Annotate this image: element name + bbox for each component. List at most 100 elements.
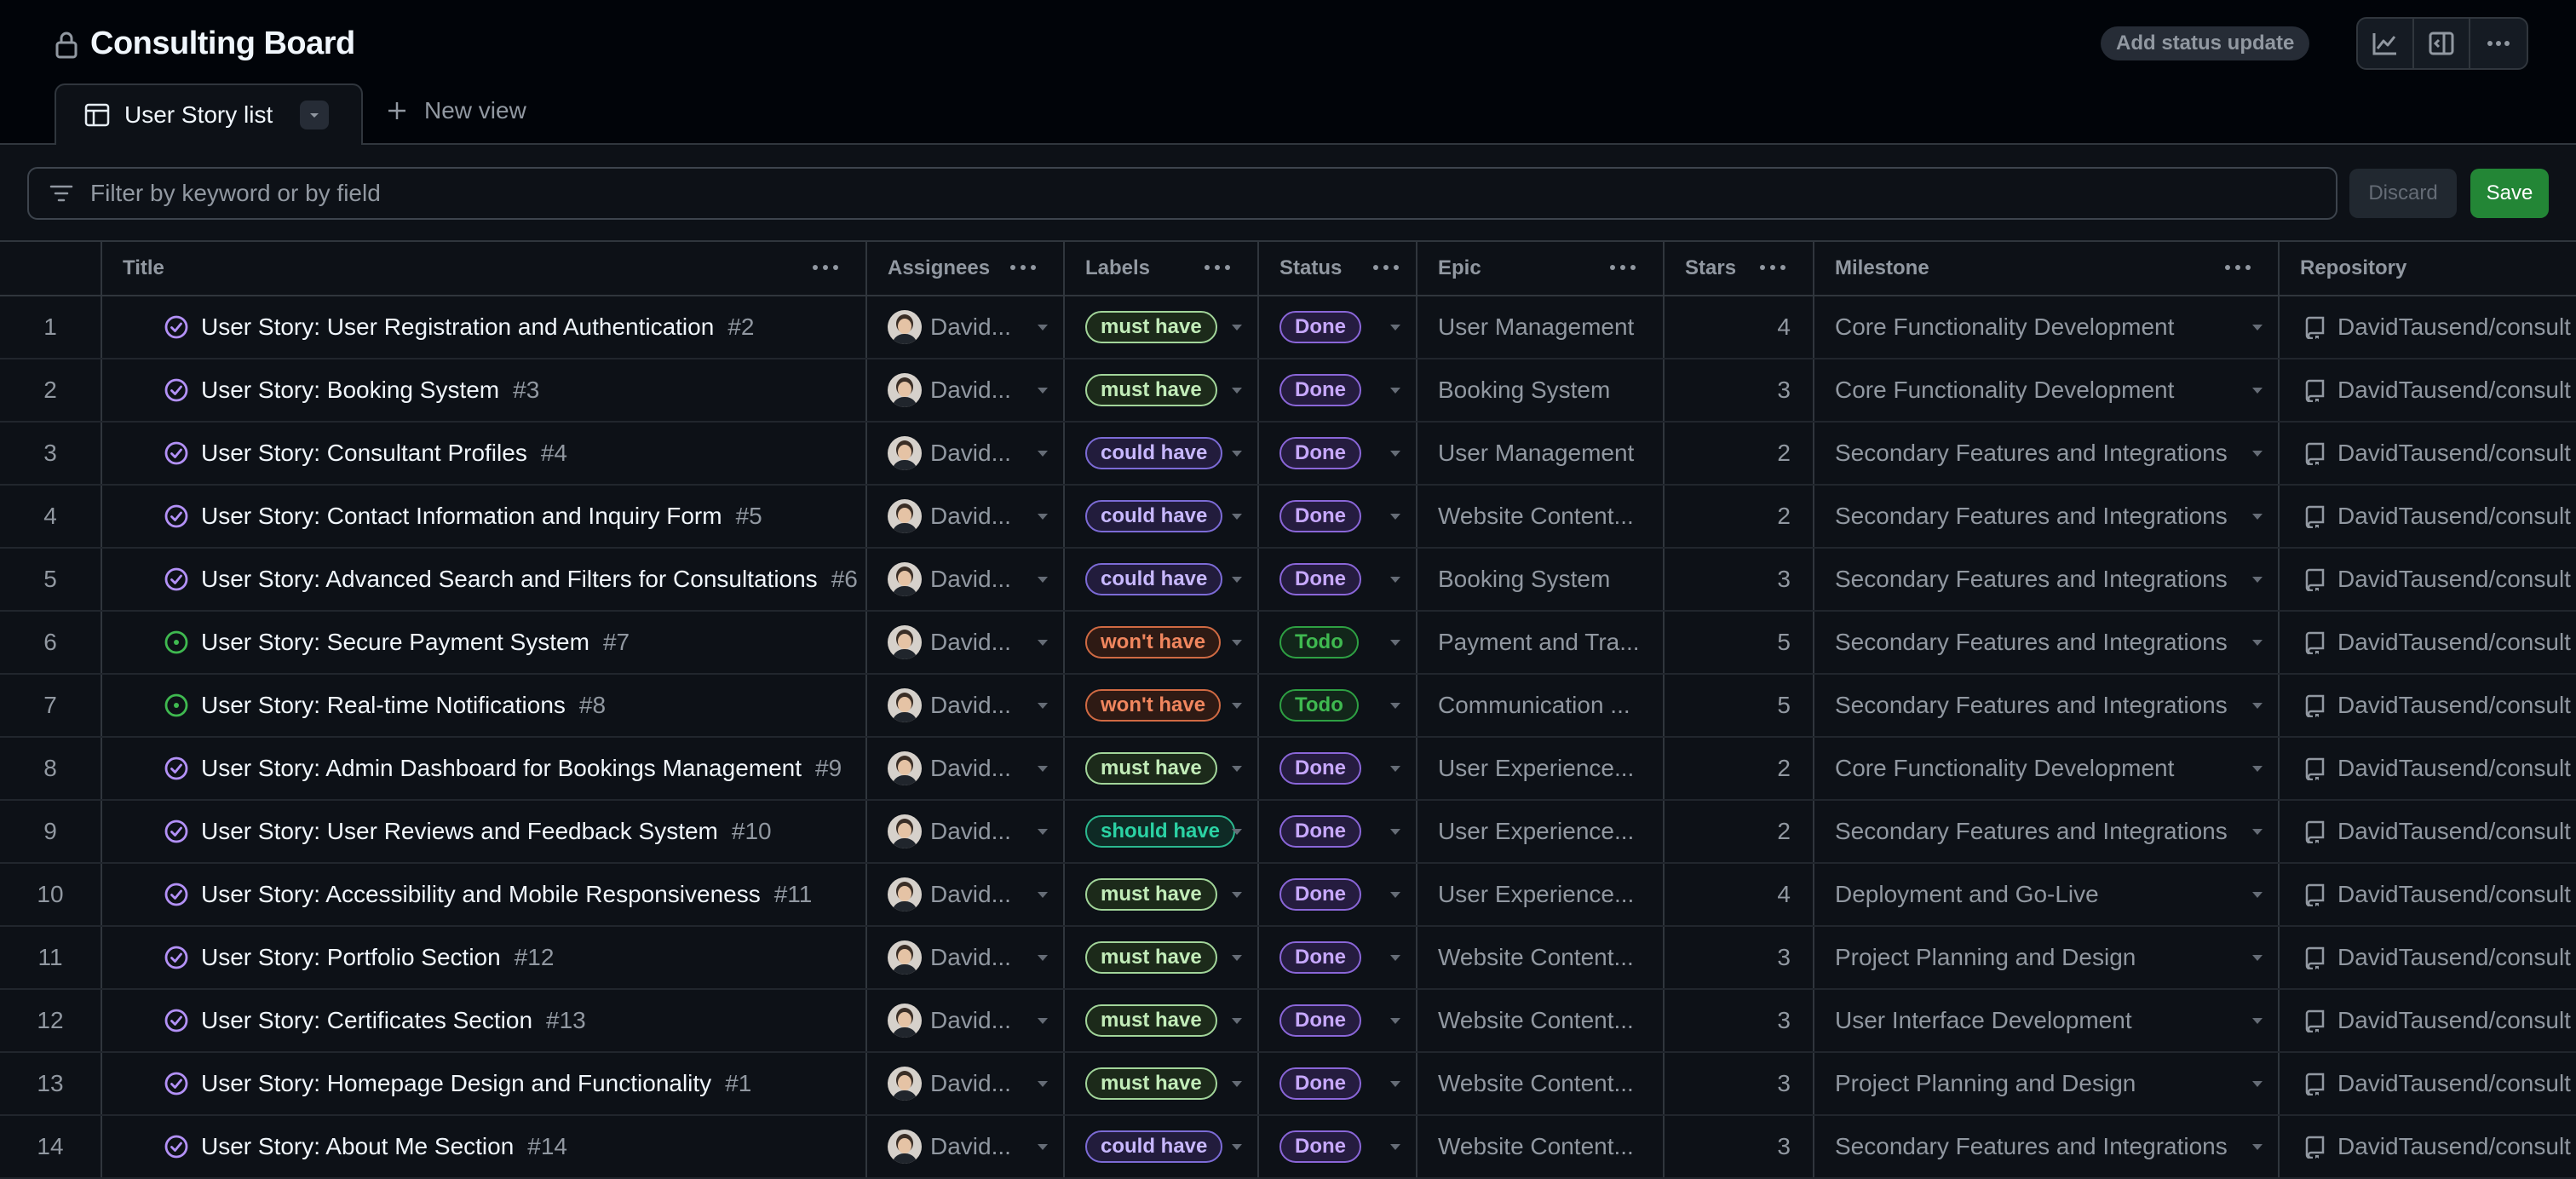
filter-field[interactable] (27, 167, 2337, 220)
chevron-down-icon[interactable] (1232, 577, 1242, 583)
chevron-down-icon[interactable] (1038, 955, 1048, 961)
chevron-down-icon[interactable] (1232, 829, 1242, 835)
chevron-down-icon[interactable] (1390, 1144, 1400, 1150)
table-row[interactable]: 2 User Story: Booking System #3 David... mus… (0, 359, 2576, 423)
issue-title-link[interactable]: User Story: Secure Payment System (201, 629, 589, 656)
chevron-down-icon[interactable] (1232, 766, 1242, 772)
repository-cell[interactable]: DavidTausend/consult (2280, 486, 2576, 547)
issue-title-link[interactable]: User Story: Advanced Search and Filters … (201, 566, 818, 593)
labels-cell[interactable]: must have (1065, 296, 1259, 358)
repository-cell[interactable]: DavidTausend/consult (2280, 612, 2576, 673)
chevron-down-icon[interactable] (1232, 703, 1242, 709)
status-cell[interactable]: Done (1259, 864, 1417, 925)
milestone-cell[interactable]: Secondary Features and Integrations (1814, 801, 2280, 862)
repository-cell[interactable]: DavidTausend/consult (2280, 738, 2576, 799)
column-menu-icon[interactable] (1009, 257, 1038, 278)
labels-cell[interactable]: should have (1065, 801, 1259, 862)
repository-link[interactable]: DavidTausend/consult (2337, 1007, 2571, 1034)
milestone-cell[interactable]: Core Functionality Development (1814, 359, 2280, 421)
chevron-down-icon[interactable] (1232, 1144, 1242, 1150)
assignee-cell[interactable]: David... (867, 990, 1065, 1051)
status-cell[interactable]: Done (1259, 359, 1417, 421)
stars-cell[interactable]: 5 (1665, 612, 1814, 673)
epic-cell[interactable]: User Experience... (1417, 801, 1665, 862)
save-button[interactable]: Save (2470, 169, 2549, 218)
title-cell[interactable]: User Story: Booking System #3 (102, 359, 867, 421)
chevron-down-icon[interactable] (1038, 325, 1048, 331)
column-header-repository[interactable]: Repository (2280, 242, 2576, 295)
assignee-cell[interactable]: David... (867, 359, 1065, 421)
chevron-down-icon[interactable] (2252, 388, 2263, 394)
column-header-title[interactable]: Title (102, 242, 867, 295)
chevron-down-icon[interactable] (2252, 703, 2263, 709)
chevron-down-icon[interactable] (2252, 829, 2263, 835)
chevron-down-icon[interactable] (1038, 640, 1048, 646)
repository-link[interactable]: DavidTausend/consult (2337, 755, 2571, 782)
assignee-cell[interactable]: David... (867, 296, 1065, 358)
repository-link[interactable]: DavidTausend/consult (2337, 313, 2571, 341)
milestone-cell[interactable]: Secondary Features and Integrations (1814, 675, 2280, 736)
epic-cell[interactable]: Website Content... (1417, 1053, 1665, 1114)
chevron-down-icon[interactable] (2252, 1018, 2263, 1024)
status-cell[interactable]: Done (1259, 1053, 1417, 1114)
stars-cell[interactable]: 3 (1665, 549, 1814, 610)
assignee-cell[interactable]: David... (867, 801, 1065, 862)
issue-title-link[interactable]: User Story: Real-time Notifications (201, 692, 566, 719)
status-cell[interactable]: Done (1259, 296, 1417, 358)
chevron-down-icon[interactable] (1038, 892, 1048, 898)
title-cell[interactable]: User Story: Secure Payment System #7 (102, 612, 867, 673)
labels-cell[interactable]: could have (1065, 423, 1259, 484)
chevron-down-icon[interactable] (1390, 514, 1400, 520)
title-cell[interactable]: User Story: User Reviews and Feedback Sy… (102, 801, 867, 862)
issue-title-link[interactable]: User Story: Admin Dashboard for Bookings… (201, 755, 802, 782)
stars-cell[interactable]: 2 (1665, 486, 1814, 547)
chevron-down-icon[interactable] (1390, 577, 1400, 583)
chevron-down-icon[interactable] (1038, 451, 1048, 457)
status-cell[interactable]: Done (1259, 738, 1417, 799)
column-menu-icon[interactable] (1371, 257, 1400, 278)
chevron-down-icon[interactable] (1038, 766, 1048, 772)
assignee-cell[interactable]: David... (867, 486, 1065, 547)
column-header-stars[interactable]: Stars (1665, 242, 1814, 295)
chevron-down-icon[interactable] (2252, 1081, 2263, 1087)
repository-link[interactable]: DavidTausend/consult (2337, 503, 2571, 530)
column-menu-icon[interactable] (1203, 257, 1232, 278)
chevron-down-icon[interactable] (1232, 640, 1242, 646)
stars-cell[interactable]: 3 (1665, 359, 1814, 421)
chevron-down-icon[interactable] (1390, 766, 1400, 772)
table-row[interactable]: 12 User Story: Certificates Section #13 Dav… (0, 990, 2576, 1053)
table-row[interactable]: 9 User Story: User Reviews and Feedback S… (0, 801, 2576, 864)
milestone-cell[interactable]: Secondary Features and Integrations (1814, 612, 2280, 673)
stars-cell[interactable]: 3 (1665, 1053, 1814, 1114)
table-row[interactable]: 8 User Story: Admin Dashboard for Booking… (0, 738, 2576, 801)
stars-cell[interactable]: 3 (1665, 1116, 1814, 1177)
repository-cell[interactable]: DavidTausend/consult (2280, 801, 2576, 862)
epic-cell[interactable]: Booking System (1417, 549, 1665, 610)
repository-link[interactable]: DavidTausend/consult (2337, 440, 2571, 467)
stars-cell[interactable]: 3 (1665, 927, 1814, 988)
chevron-down-icon[interactable] (1390, 892, 1400, 898)
repository-cell[interactable]: DavidTausend/consult (2280, 423, 2576, 484)
chevron-down-icon[interactable] (1232, 892, 1242, 898)
assignee-cell[interactable]: David... (867, 612, 1065, 673)
chevron-down-icon[interactable] (1390, 1081, 1400, 1087)
epic-cell[interactable]: User Management (1417, 423, 1665, 484)
table-row[interactable]: 5 User Story: Advanced Search and Filters… (0, 549, 2576, 612)
repository-link[interactable]: DavidTausend/consult (2337, 692, 2571, 719)
column-header-assignees[interactable]: Assignees (867, 242, 1065, 295)
labels-cell[interactable]: must have (1065, 1053, 1259, 1114)
repository-link[interactable]: DavidTausend/consult (2337, 818, 2571, 845)
chevron-down-icon[interactable] (1038, 577, 1048, 583)
column-menu-icon[interactable] (1758, 257, 1787, 278)
assignee-cell[interactable]: David... (867, 1053, 1065, 1114)
title-cell[interactable]: User Story: Contact Information and Inqu… (102, 486, 867, 547)
chevron-down-icon[interactable] (2252, 1144, 2263, 1150)
assignee-cell[interactable]: David... (867, 864, 1065, 925)
chevron-down-icon[interactable] (1232, 388, 1242, 394)
issue-title-link[interactable]: User Story: About Me Section (201, 1133, 514, 1160)
chevron-down-icon[interactable] (1038, 1081, 1048, 1087)
column-header-status[interactable]: Status (1259, 242, 1417, 295)
epic-cell[interactable]: User Experience... (1417, 738, 1665, 799)
column-header-milestone[interactable]: Milestone (1814, 242, 2280, 295)
repository-cell[interactable]: DavidTausend/consult (2280, 296, 2576, 358)
